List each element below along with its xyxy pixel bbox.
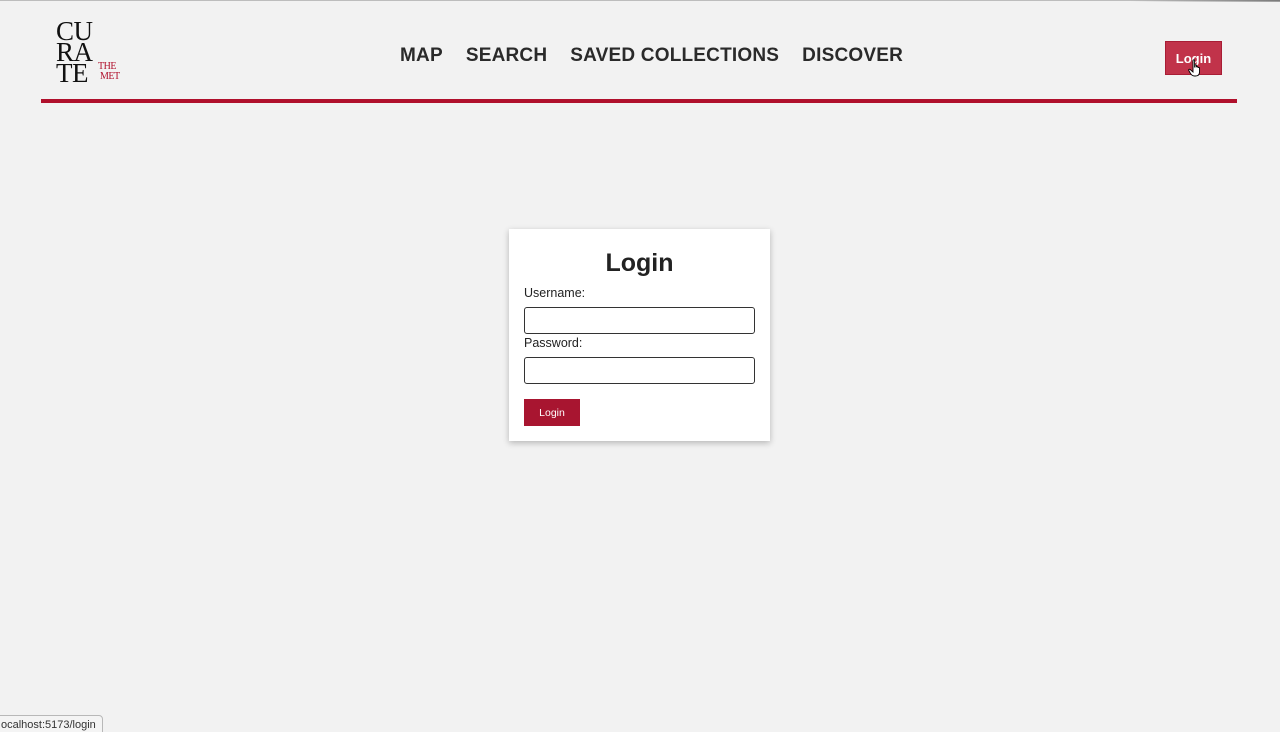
logo-row-3: TE [56, 58, 89, 88]
window-top-border [0, 0, 1280, 1]
window-top-shadow [1130, 0, 1280, 2]
nav-item-search[interactable]: SEARCH [466, 45, 547, 67]
header-divider [41, 99, 1237, 103]
password-input[interactable] [524, 357, 755, 384]
nav-item-map[interactable]: MAP [400, 45, 443, 67]
status-bar-url: ocalhost:5173/login [0, 715, 103, 732]
main-nav: MAP SEARCH SAVED COLLECTIONS DISCOVER [400, 45, 903, 67]
login-title: Login [605, 249, 674, 277]
curate-the-met-logo[interactable]: CU RA TE THE MET [56, 18, 126, 88]
login-submit-button[interactable]: Login [524, 399, 580, 426]
nav-item-saved-collections[interactable]: SAVED COLLECTIONS [570, 45, 779, 67]
username-input[interactable] [524, 307, 755, 334]
password-label: Password: [524, 336, 583, 350]
username-label: Username: [524, 286, 586, 300]
login-card: Login Username: Password: Login [509, 229, 770, 441]
nav-item-discover[interactable]: DISCOVER [802, 45, 903, 67]
logo-sub-2: MET [100, 71, 120, 82]
hand-pointer-icon [1188, 59, 1200, 77]
